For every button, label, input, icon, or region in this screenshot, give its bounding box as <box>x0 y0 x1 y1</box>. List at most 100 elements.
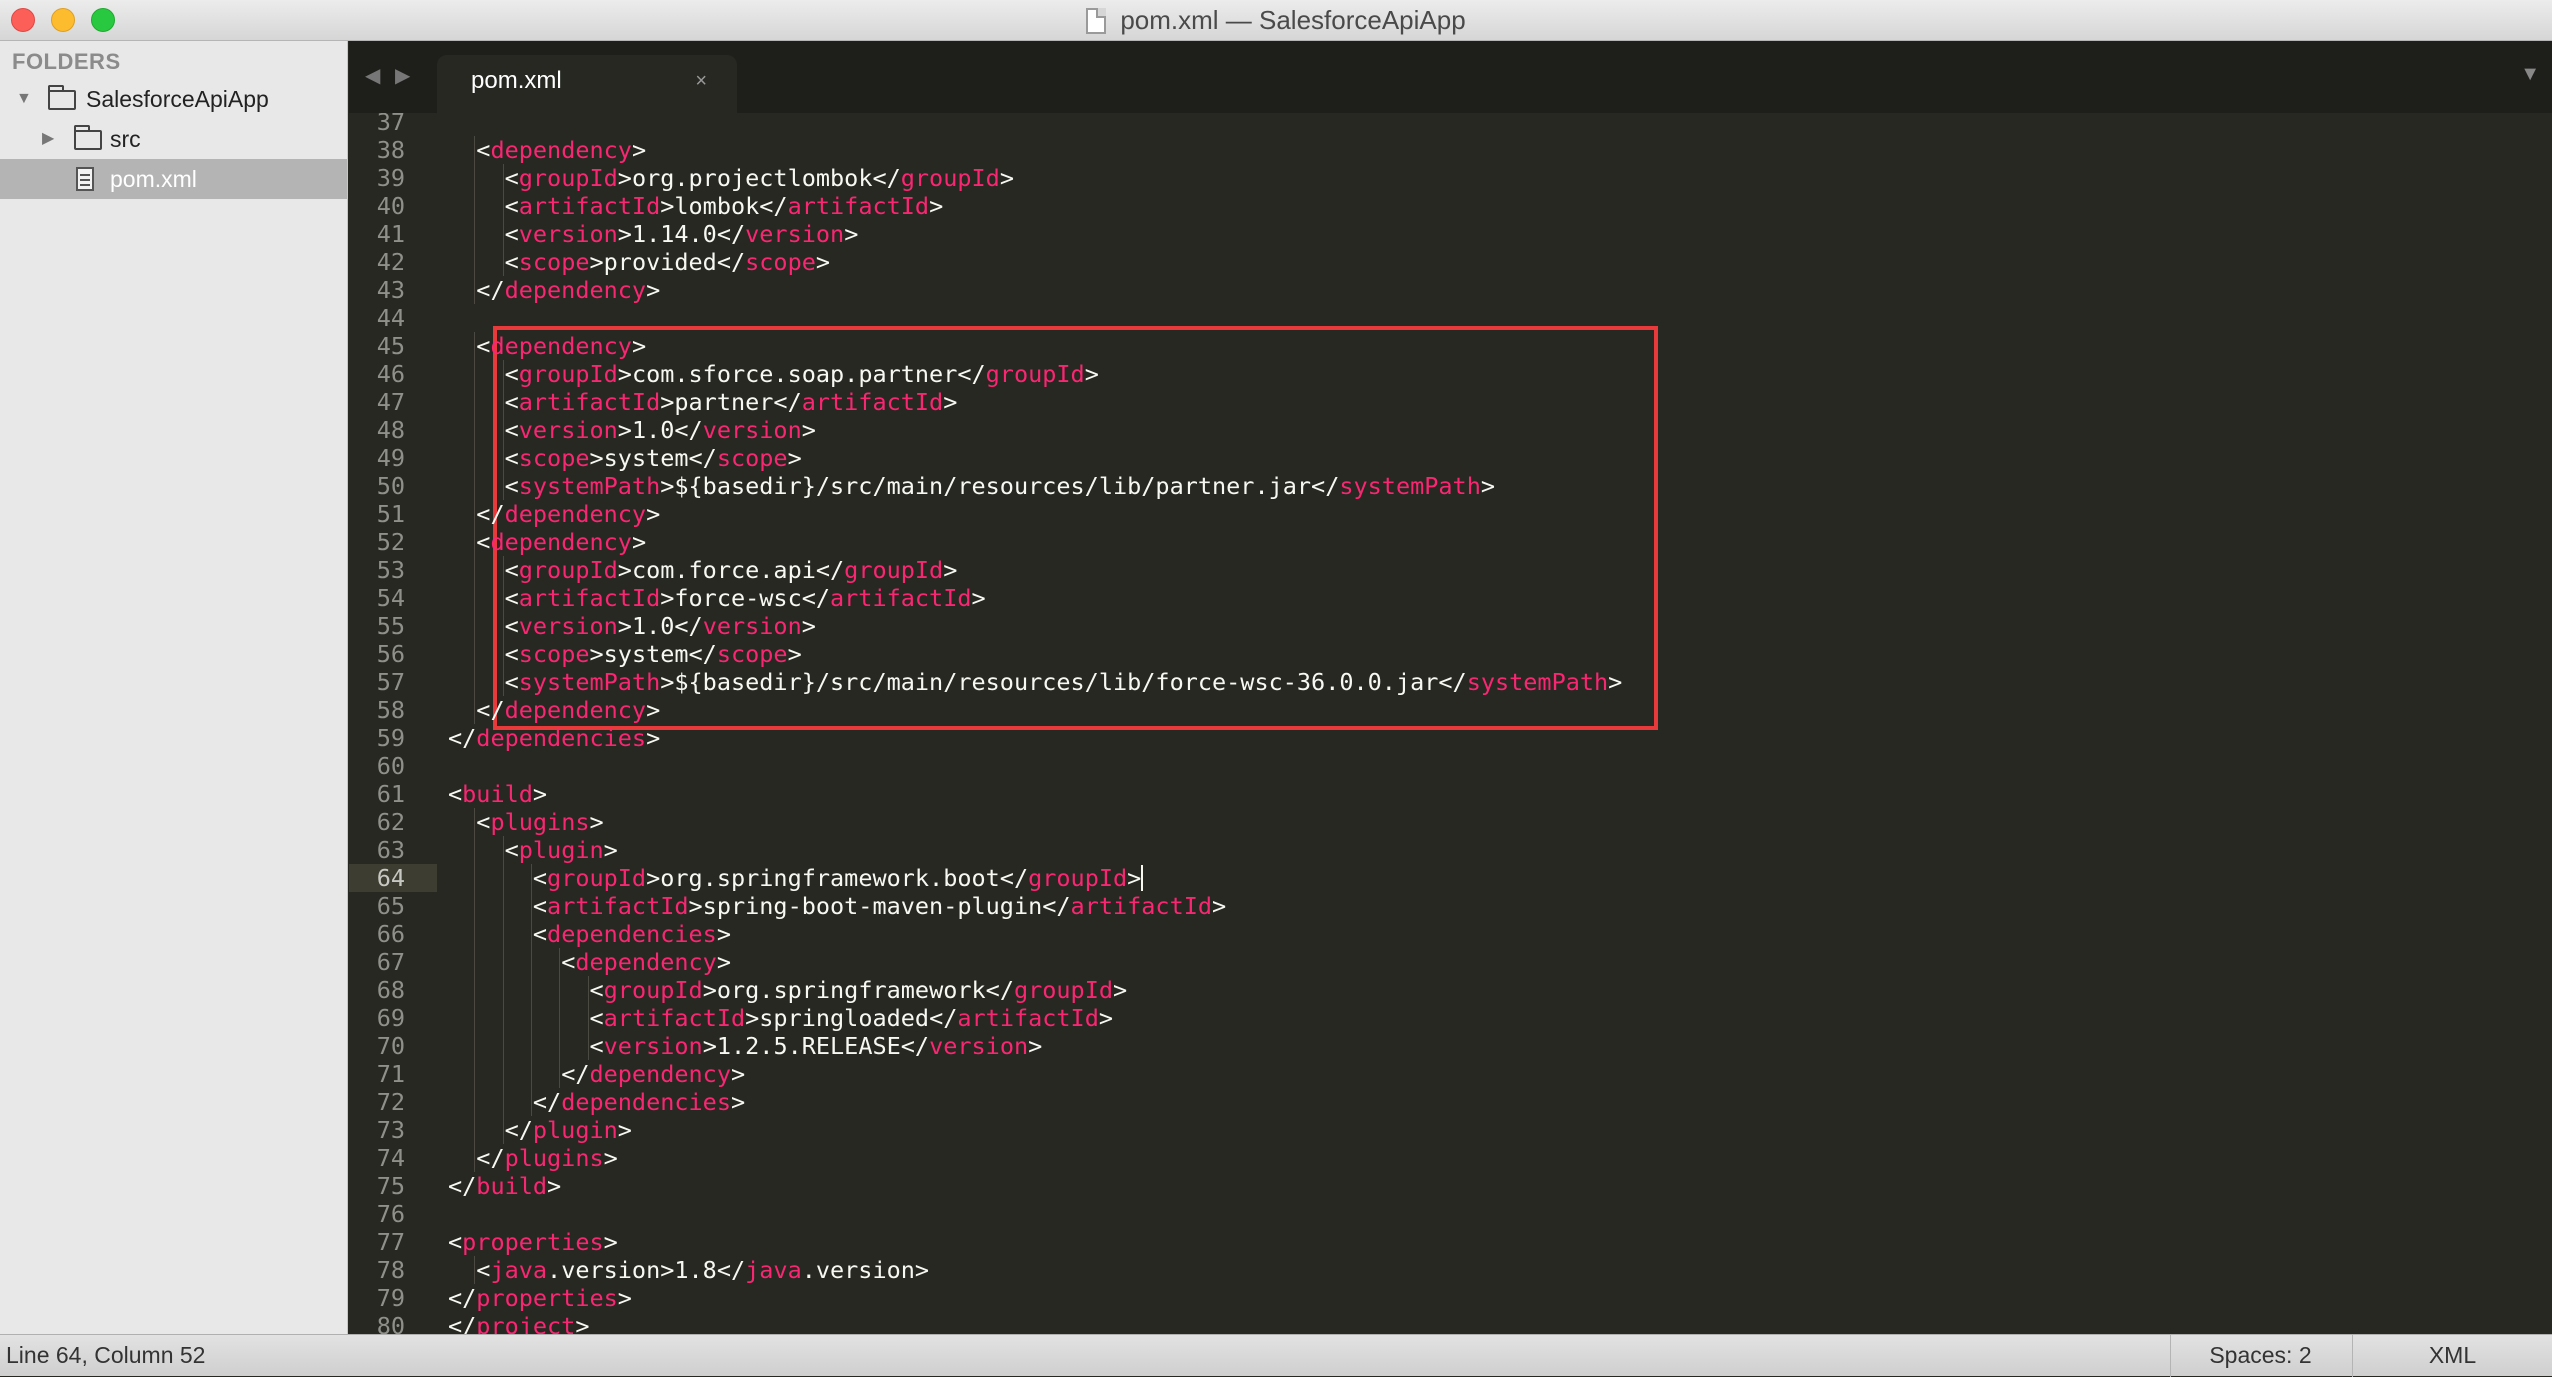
code-line[interactable]: 59 </dependencies> <box>349 724 2552 752</box>
code-line[interactable]: 42 <scope>provided</scope> <box>349 248 2552 276</box>
sidebar-item-pom-xml[interactable]: pom.xml <box>0 159 347 199</box>
code-line[interactable]: 74 </plugins> <box>349 1144 2552 1172</box>
code-token: < <box>589 1004 604 1032</box>
code-line[interactable]: 57 <systemPath>${basedir}/src/main/resour… <box>349 668 2552 696</box>
back-icon[interactable]: ◀ <box>365 63 380 88</box>
code-line[interactable]: 78 <java.version>1.8</java.version> <box>349 1256 2552 1284</box>
code-line[interactable]: 56 <scope>system</scope> <box>349 640 2552 668</box>
code-line[interactable]: 38 <dependency> <box>349 136 2552 164</box>
code-line[interactable]: 37 <box>349 113 2552 136</box>
sidebar-item-label: src <box>110 126 141 152</box>
code-line[interactable]: 76 <box>349 1200 2552 1228</box>
indent-guide <box>474 1088 476 1116</box>
xml-tag-name: scope <box>518 640 590 668</box>
code-line[interactable]: 49 <scope>system</scope> <box>349 444 2552 472</box>
code-line[interactable]: 80 </project> <box>349 1312 2552 1334</box>
code-line[interactable]: 60 <box>349 752 2552 780</box>
code-text: </project> <box>448 1312 590 1334</box>
folder-open-icon <box>48 85 76 110</box>
line-number: 58 <box>376 696 405 724</box>
indent-guide <box>502 444 504 472</box>
code-token: > <box>1113 976 1128 1004</box>
code-line[interactable]: 55 <version>1.0</version> <box>349 612 2552 640</box>
code-line[interactable]: 64 <groupId>org.springframework.boot</gro… <box>349 864 2552 892</box>
indent-guide <box>474 136 476 164</box>
code-line[interactable]: 43 </dependency> <box>349 276 2552 304</box>
code-line[interactable]: 47 <artifactId>partner</artifactId> <box>349 388 2552 416</box>
code-line[interactable]: 46 <groupId>com.sforce.soap.partner</grou… <box>349 360 2552 388</box>
code-line[interactable]: 75 </build> <box>349 1172 2552 1200</box>
code-line[interactable]: 63 <plugin> <box>349 836 2552 864</box>
xml-tag-name: plugin <box>532 1116 618 1144</box>
code-line[interactable]: 39 <groupId>org.projectlombok</groupId> <box>349 164 2552 192</box>
code-line[interactable]: 53 <groupId>com.force.api</groupId> <box>349 556 2552 584</box>
code-token: > <box>730 1060 746 1088</box>
code-line[interactable]: 41 <version>1.14.0</version> <box>349 220 2552 248</box>
line-number: 38 <box>376 136 405 164</box>
tab-pom-xml[interactable]: pom.xml × <box>437 55 737 113</box>
line-number: 77 <box>376 1228 405 1256</box>
code-line[interactable]: 70 <version>1.2.5.RELEASE</version> <box>349 1032 2552 1060</box>
line-number: 76 <box>376 1200 405 1228</box>
code-line[interactable]: 65 <artifactId>spring-boot-maven-plugin</… <box>349 892 2552 920</box>
syntax-selector[interactable]: XML <box>2352 1335 2552 1377</box>
code-token: </ <box>448 1172 477 1200</box>
code-line[interactable]: 61 <build> <box>349 780 2552 808</box>
indent-guide <box>502 1032 504 1060</box>
code-line[interactable]: 40 <artifactId>lombok</artifactId> <box>349 192 2552 220</box>
code-line[interactable]: 51 </dependency> <box>349 500 2552 528</box>
code-line[interactable]: 58 </dependency> <box>349 696 2552 724</box>
code-line[interactable]: 71 </dependency> <box>349 1060 2552 1088</box>
code-line[interactable]: 69 <artifactId>springloaded</artifactId> <box>349 1004 2552 1032</box>
code-token: > <box>1098 1004 1114 1032</box>
sidebar-item-label: pom.xml <box>110 166 197 192</box>
code-token: >com.force.api</ <box>617 556 845 584</box>
xml-tag-name: dependency <box>504 696 647 724</box>
code-line[interactable]: 52 <dependency> <box>349 528 2552 556</box>
code-token: </ <box>561 1060 590 1088</box>
code-editor[interactable]: 37 38 <dependency> 39 <groupId>org.projectlo… <box>349 113 2552 1334</box>
xml-tag-name: version <box>702 416 802 444</box>
code-line[interactable]: 44 <box>349 304 2552 332</box>
code-token: < <box>589 976 604 1004</box>
xml-tag-name: artifactId <box>518 192 661 220</box>
code-line[interactable]: 79 </properties> <box>349 1284 2552 1312</box>
line-number: 79 <box>376 1284 405 1312</box>
indent-guide <box>502 192 504 220</box>
code-token: < <box>504 388 519 416</box>
indent-guide <box>502 976 504 1004</box>
indent-guide <box>530 864 532 892</box>
code-line[interactable]: 45 <dependency> <box>349 332 2552 360</box>
indent-guide <box>474 500 476 528</box>
xml-tag-name: artifactId <box>830 584 972 612</box>
code-line[interactable]: 50 <systemPath>${basedir}/src/main/resour… <box>349 472 2552 500</box>
code-token: >partner</ <box>660 388 802 416</box>
code-token: < <box>476 332 491 360</box>
code-line[interactable]: 48 <version>1.0</version> <box>349 416 2552 444</box>
code-token: < <box>504 556 519 584</box>
indentation-selector[interactable]: Spaces: 2 <box>2170 1335 2350 1377</box>
code-line[interactable]: 68 <groupId>org.springframework</groupId> <box>349 976 2552 1004</box>
sidebar-item-src-folder[interactable]: ▶ src <box>0 119 347 159</box>
chevron-down-icon[interactable]: ▼ <box>16 79 32 119</box>
code-line[interactable]: 66 <dependencies> <box>349 920 2552 948</box>
code-line[interactable]: 62 <plugins> <box>349 808 2552 836</box>
code-line[interactable]: 73 </plugin> <box>349 1116 2552 1144</box>
code-text: <plugins> <box>476 808 603 836</box>
line-number: 52 <box>376 528 405 556</box>
indent-guide <box>474 1060 476 1088</box>
tab-dropdown-icon[interactable]: ▼ <box>2520 63 2540 86</box>
code-line[interactable]: 54 <artifactId>force-wsc</artifactId> <box>349 584 2552 612</box>
sidebar-item-project-folder[interactable]: ▼ SalesforceApiApp <box>0 79 347 119</box>
code-line[interactable]: 77 <properties> <box>349 1228 2552 1256</box>
chevron-right-icon[interactable]: ▶ <box>42 119 54 159</box>
close-icon[interactable]: × <box>695 55 707 107</box>
code-line[interactable]: 72 </dependencies> <box>349 1088 2552 1116</box>
indent-guide <box>587 1032 589 1060</box>
indent-guide <box>502 612 504 640</box>
code-line[interactable]: 67 <dependency> <box>349 948 2552 976</box>
code-text: </dependency> <box>561 1060 745 1088</box>
forward-icon[interactable]: ▶ <box>395 63 410 88</box>
code-text: <version>1.0</version> <box>505 612 816 640</box>
indent-guide <box>474 164 476 192</box>
